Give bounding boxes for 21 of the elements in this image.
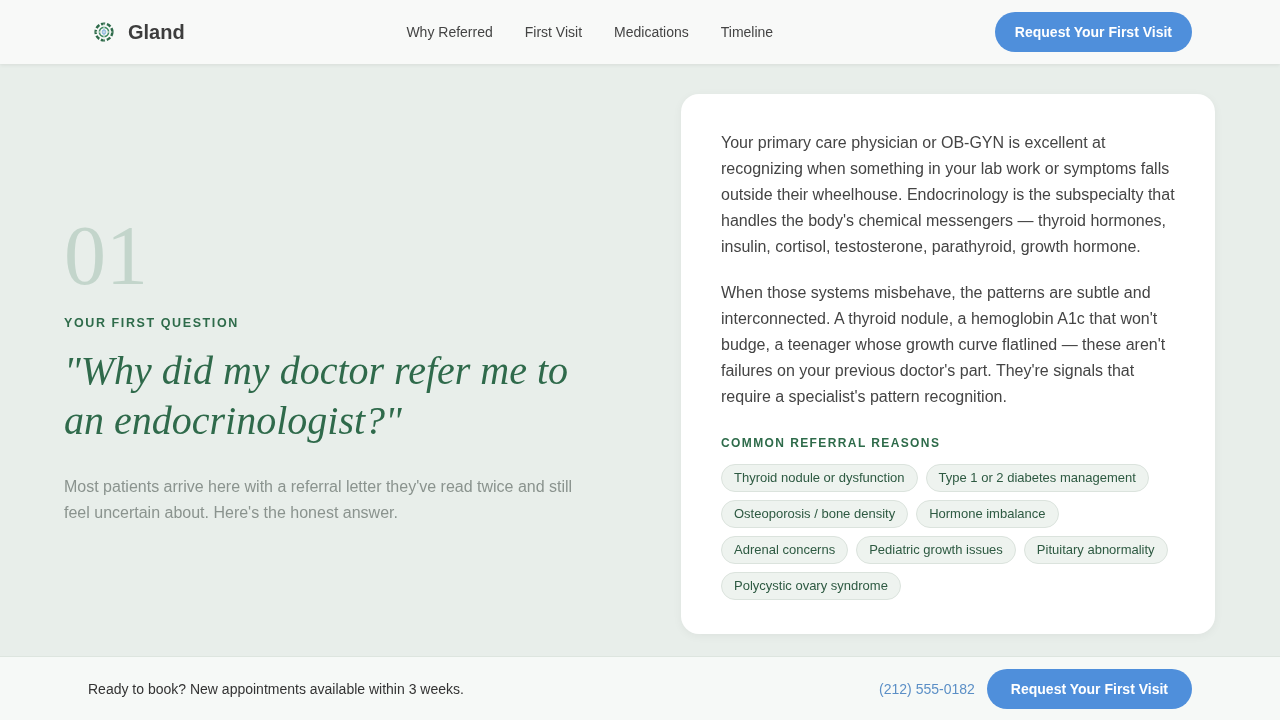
- reason-tag: Thyroid nodule or dysfunction: [721, 464, 918, 492]
- reason-tag: Polycystic ovary syndrome: [721, 572, 901, 600]
- body-paragraph: Your primary care physician or OB-GYN is excellent at recognizing when something in your lab work or symptoms falls outside their wheelhouse. Endocrinology is the subspecialty that handles the body's chemical messengers — thyroid hormones, insulin, cortisol, testosterone, parathyroid, growth hormone.: [721, 133, 1175, 257]
- reason-tag: Hormone imbalance: [916, 500, 1059, 528]
- reason-tag: Pediatric growth issues: [856, 536, 1016, 564]
- section-heading: "Why did my doctor refer me to an endocrinologist?": [64, 347, 570, 445]
- booking-message: Ready to book? New appointments available within 3 weeks.: [88, 680, 464, 697]
- brand-name[interactable]: Gland: [128, 20, 185, 44]
- reasons-heading: COMMON REFERRAL REASONS: [721, 436, 942, 450]
- logo-icon: [94, 22, 114, 42]
- nav-link[interactable]: First Visit: [524, 24, 583, 40]
- nav-link[interactable]: Medications: [614, 24, 689, 40]
- reason-tag: Osteoporosis / bone density: [721, 500, 909, 528]
- body-paragraph: When those systems misbehave, the patterns are subtle and interconnected. A thyroid nodule, a hemoglobin A1c that won't budge, a teenager whose growth curve flatlined — these aren't failures on your previous doctor's part. They're signals that require a specialist's pattern recognition.: [721, 283, 1167, 407]
- nav-link[interactable]: Timeline: [720, 24, 774, 40]
- nav-link[interactable]: Why Referred: [406, 24, 493, 40]
- section-eyebrow: YOUR FIRST QUESTION: [64, 316, 239, 330]
- reason-tag: Type 1 or 2 diabetes management: [925, 464, 1149, 492]
- reason-tag: Pituitary abnormality: [1023, 536, 1168, 564]
- reason-tag: Adrenal concerns: [721, 536, 849, 564]
- intro-text: Most patients arrive here with a referral letter they've read twice and still feel uncertain about. Here's the honest answer.: [64, 477, 574, 523]
